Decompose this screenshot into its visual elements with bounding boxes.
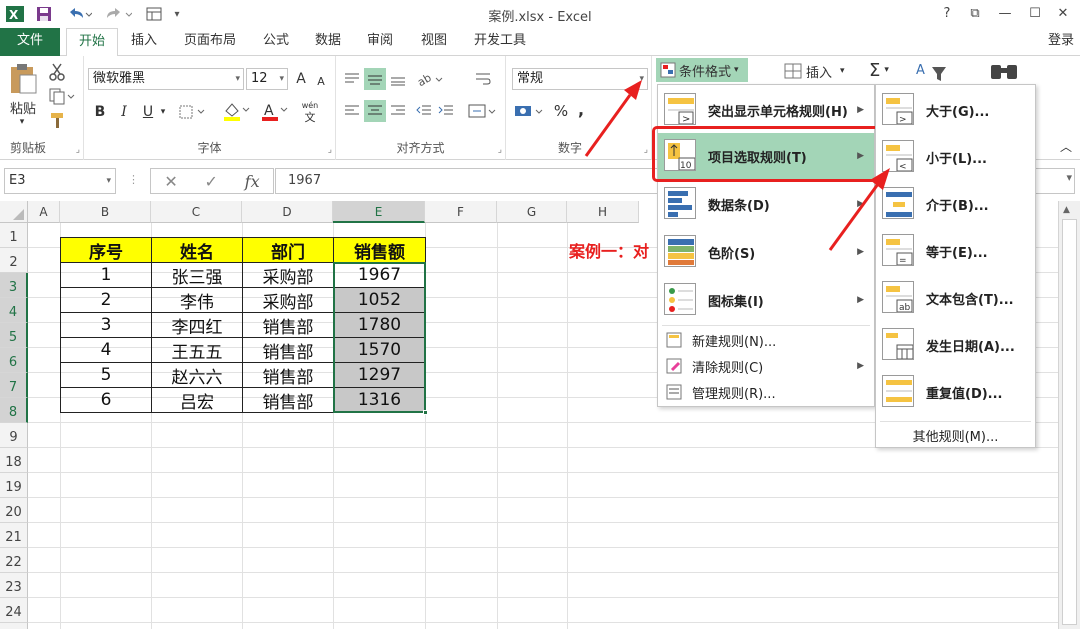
annotation-arrows	[584, 80, 890, 251]
